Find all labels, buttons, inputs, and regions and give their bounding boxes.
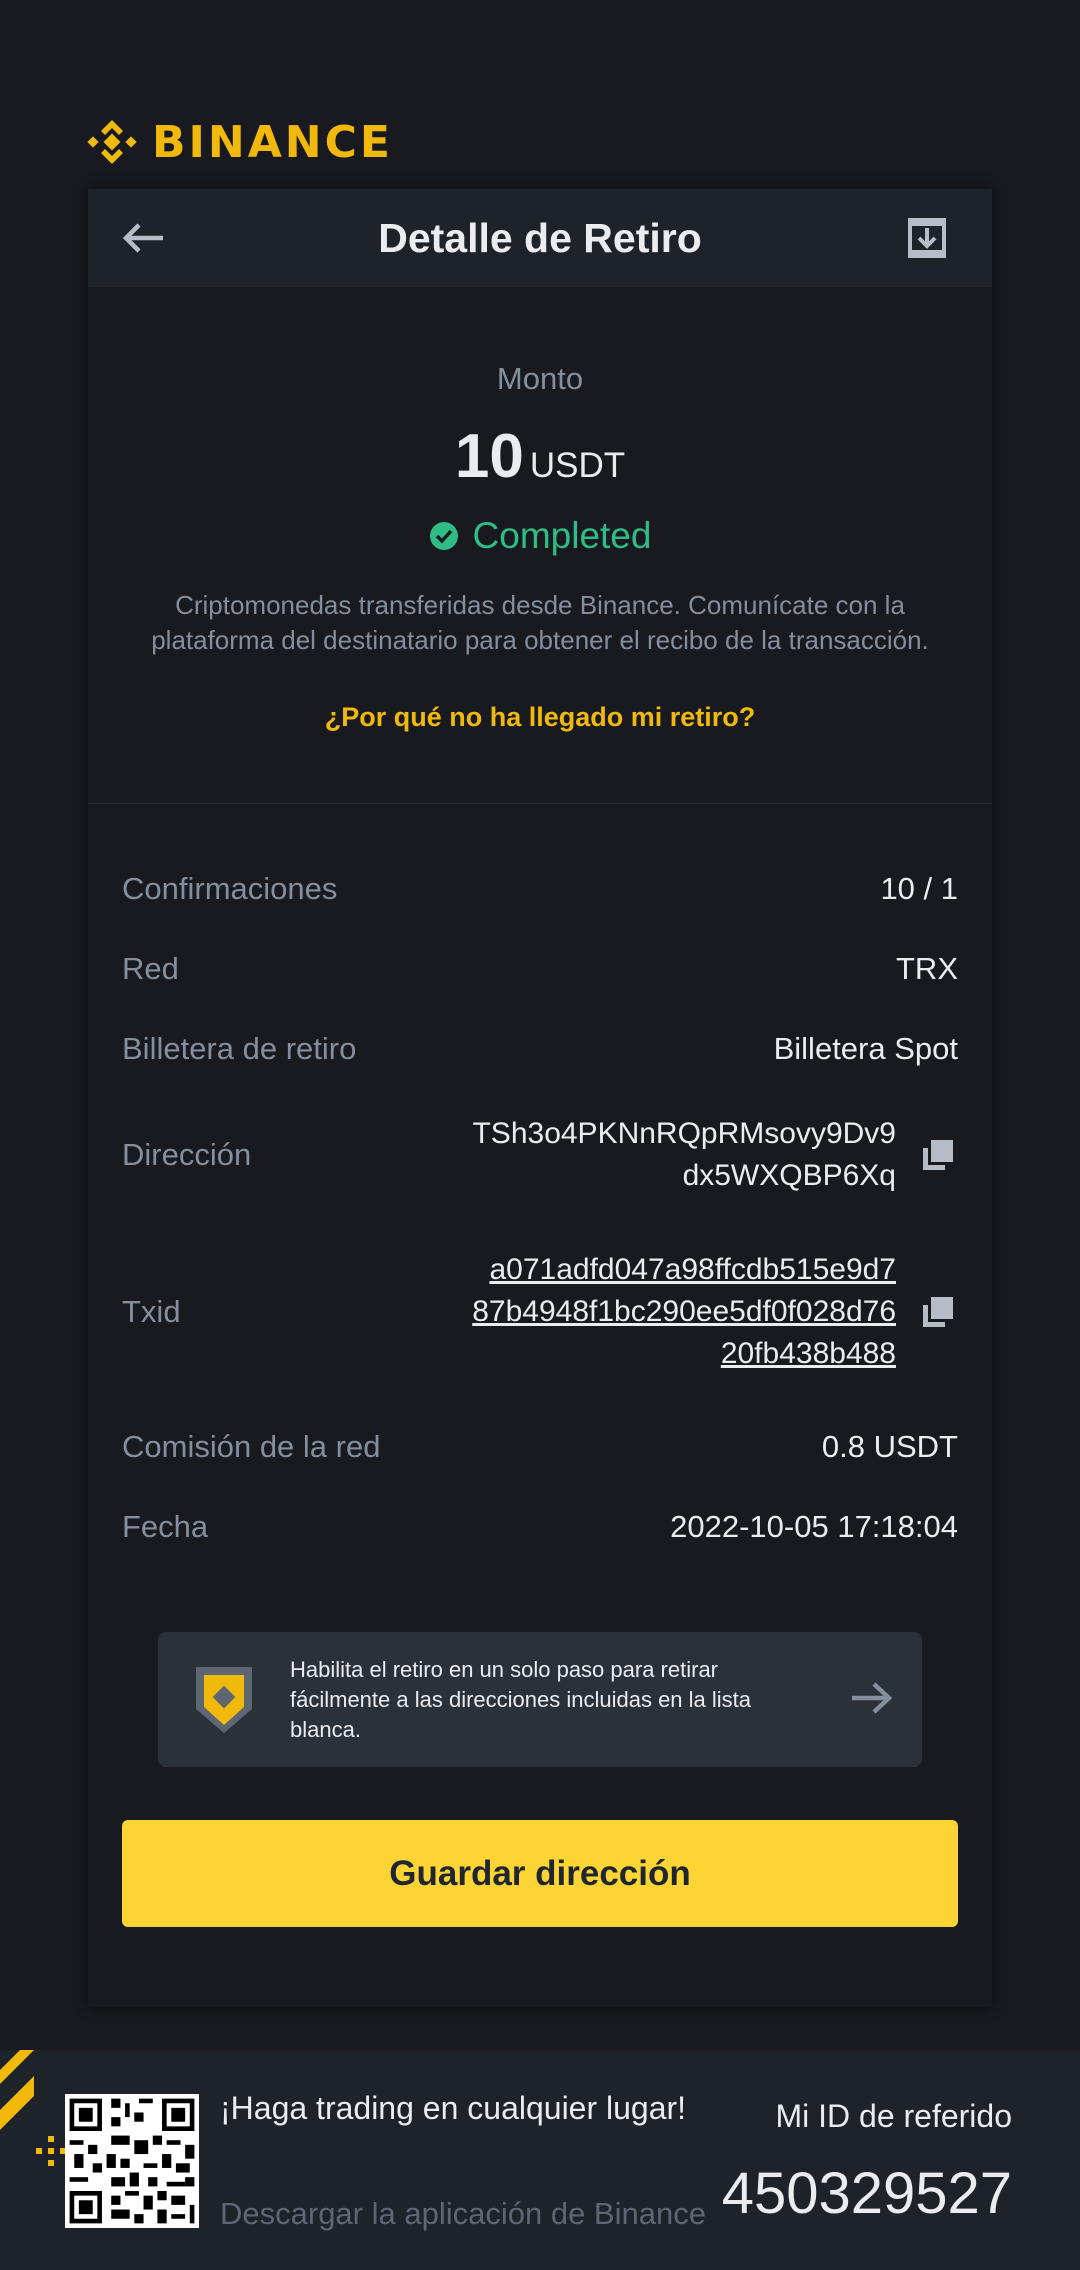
download-app-link[interactable]: Descargar la aplicación de Binance [220, 2196, 706, 2232]
dots-decoration [36, 2136, 66, 2166]
address-line: dx5WXQBP6Xq [682, 1159, 896, 1192]
referral-id-value: 450329527 [721, 2161, 1012, 2226]
status-text: Completed [472, 515, 652, 556]
date-value: 2022-10-05 17:18:04 [670, 1509, 958, 1544]
confirmations-value: 10 / 1 [880, 871, 958, 906]
address-value[interactable]: TSh3o4PKNnRQpRMsovy9Dv9 dx5WXQBP6Xq [472, 1113, 896, 1197]
trade-anywhere-text: ¡Haga trading en cualquier lugar! [220, 2090, 687, 2126]
fee-label: Comisión de la red [122, 1429, 381, 1464]
detail-row-wallet: Billetera de retiro Billetera Spot [122, 1031, 958, 1067]
txid-link[interactable]: a071adfd047a98ffcdb515e9d7 87b4948f1bc29… [472, 1249, 896, 1375]
card-header: Detalle de Retiro [88, 189, 992, 287]
network-label: Red [122, 951, 179, 986]
save-address-button[interactable]: Guardar dirección [122, 1820, 958, 1927]
status-description: Criptomonedas transferidas desde Binance… [151, 590, 929, 655]
check-circle-icon [429, 522, 458, 550]
txid-line: 20fb438b488 [720, 1337, 896, 1370]
network-value: TRX [896, 951, 958, 986]
date-label: Fecha [122, 1509, 209, 1544]
page-title: Detalle de Retiro [378, 214, 702, 261]
app-promo-footer: ¡Haga trading en cualquier lugar! Descar… [0, 2050, 1080, 2270]
txid-value-group: a071adfd047a98ffcdb515e9d7 87b4948f1bc29… [472, 1249, 958, 1375]
wallet-label: Billetera de retiro [122, 1031, 357, 1066]
export-button[interactable] [902, 213, 952, 263]
divider [88, 803, 992, 804]
binance-brand: BINANCE [86, 116, 393, 168]
detail-row-date: Fecha 2022-10-05 17:18:04 [122, 1509, 958, 1545]
txid-label: Txid [122, 1294, 181, 1329]
address-label: Dirección [122, 1137, 252, 1172]
shield-icon [196, 1666, 252, 1733]
copy-icon [923, 1297, 953, 1327]
arrow-right-icon [852, 1682, 893, 1714]
banner-text: Habilita el retiro en un solo paso para … [290, 1656, 752, 1742]
binance-diamond-logo-icon [87, 120, 137, 164]
amount-currency: USDT [529, 446, 626, 485]
txid-line: 87b4948f1bc290ee5df0f028d76 [472, 1295, 896, 1328]
amount-value: 10 [454, 422, 524, 491]
referral-id-label: Mi ID de referido [775, 2098, 1012, 2134]
one-step-withdrawal-banner[interactable]: Habilita el retiro en un solo paso para … [158, 1632, 922, 1767]
detail-row-address: Dirección TSh3o4PKNnRQpRMsovy9Dv9 dx5WXQ… [122, 1113, 958, 1197]
detail-row-txid: Txid a071adfd047a98ffcdb515e9d7 87b4948f… [122, 1249, 958, 1375]
brand-name: BINANCE [152, 116, 393, 168]
detail-row-confirmations: Confirmaciones 10 / 1 [122, 871, 958, 907]
why-not-arrived-link[interactable]: ¿Por qué no ha llegado mi retiro? [88, 702, 992, 733]
wallet-value: Billetera Spot [773, 1031, 958, 1066]
arrow-left-icon [122, 223, 163, 253]
copy-address-button[interactable] [918, 1135, 958, 1175]
export-icon [908, 218, 946, 258]
stripes-decoration [0, 2050, 34, 2130]
copy-icon [923, 1140, 953, 1170]
confirmations-label: Confirmaciones [122, 871, 338, 906]
detail-row-fee: Comisión de la red 0.8 USDT [122, 1429, 958, 1465]
withdrawal-detail-card: Detalle de Retiro Monto 10 USDT Completed… [88, 189, 992, 2007]
address-value-group: TSh3o4PKNnRQpRMsovy9Dv9 dx5WXQBP6Xq [472, 1113, 958, 1197]
back-button[interactable] [118, 213, 168, 263]
address-line: TSh3o4PKNnRQpRMsovy9Dv9 [472, 1117, 896, 1150]
fee-value: 0.8 USDT [821, 1429, 958, 1464]
copy-txid-button[interactable] [918, 1292, 958, 1332]
txid-line: a071adfd047a98ffcdb515e9d7 [489, 1253, 896, 1286]
status-badge: Completed [88, 515, 992, 557]
qr-code-icon [65, 2094, 199, 2228]
amount-label: Monto [496, 361, 584, 396]
detail-row-network: Red TRX [122, 951, 958, 987]
amount: 10 USDT [88, 421, 992, 492]
